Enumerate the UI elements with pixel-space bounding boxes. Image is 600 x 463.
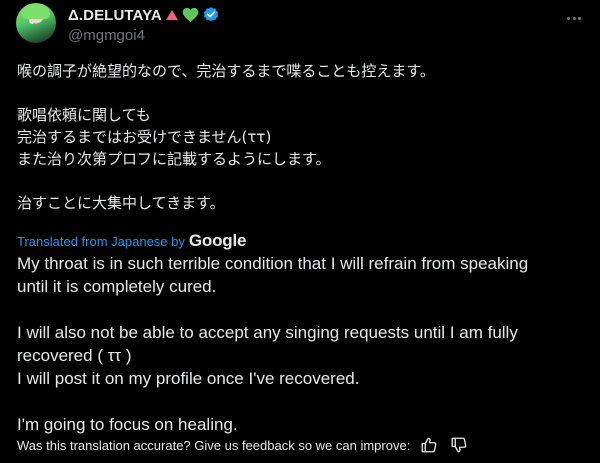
verified-badge-icon bbox=[203, 7, 218, 22]
more-options-icon[interactable] bbox=[564, 8, 584, 28]
translated-from[interactable]: Translated from Japanese by Google bbox=[17, 231, 246, 251]
en-line: until it is completely cured. bbox=[17, 277, 217, 296]
red-triangle-icon bbox=[165, 10, 178, 20]
jp-line: 歌唱依頼に関しても bbox=[17, 106, 151, 124]
jp-line: 喉の調子が絶望的なので、完治するまで喋ることも控えます。 bbox=[17, 62, 435, 80]
thumbs-up-icon[interactable] bbox=[420, 436, 438, 454]
tweet-text-translation: My throat is in such terrible condition … bbox=[17, 252, 584, 436]
google-logo: Google bbox=[188, 231, 247, 250]
display-name[interactable]: Δ.DELUTAYA bbox=[68, 7, 162, 24]
jp-line: 完治するまではお受けできません(ττ) bbox=[17, 128, 272, 146]
feedback-prompt: Was this translation accurate? Give us f… bbox=[17, 437, 411, 453]
en-line: I'm going to focus on healing. bbox=[17, 415, 238, 434]
tweet: Δ.DELUTAYA @mgmgoi4 喉の調子が絶望的なので、完治するまで喋る… bbox=[0, 0, 600, 463]
thumbs-down-icon[interactable] bbox=[450, 436, 468, 454]
jp-line: 治すことに大集中してきます。 bbox=[17, 194, 225, 212]
en-line: I will also not be able to accept any si… bbox=[17, 323, 518, 342]
translated-label[interactable]: Translated from Japanese by bbox=[17, 234, 185, 249]
jp-line: また治り次第プロフに記載するようにします。 bbox=[17, 150, 331, 168]
avatar[interactable] bbox=[16, 3, 56, 43]
en-line: I will post it on my profile once I've r… bbox=[17, 369, 360, 388]
tweet-header: Δ.DELUTAYA @mgmgoi4 bbox=[16, 2, 584, 50]
en-line: recovered ( ττ ) bbox=[17, 346, 132, 365]
green-heart-icon bbox=[182, 7, 199, 23]
tweet-text-original: 喉の調子が絶望的なので、完治するまで喋ることも控えます。 歌唱依頼に関しても 完… bbox=[17, 60, 584, 214]
handle[interactable]: @mgmgoi4 bbox=[68, 27, 220, 44]
author-block: Δ.DELUTAYA @mgmgoi4 bbox=[68, 5, 220, 44]
translation-feedback: Was this translation accurate? Give us f… bbox=[17, 436, 584, 454]
en-line: My throat is in such terrible condition … bbox=[17, 254, 529, 273]
name-row: Δ.DELUTAYA bbox=[68, 5, 220, 25]
